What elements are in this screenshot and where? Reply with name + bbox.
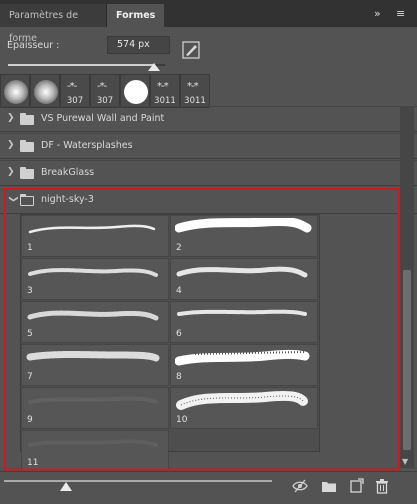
size-slider-fill	[8, 64, 154, 66]
soft-round-brush-icon	[34, 80, 58, 104]
chevron-right-icon[interactable]: ❯	[7, 113, 15, 123]
sprite-brush-icon: -*-	[97, 81, 107, 92]
recent-brush-6[interactable]: *-* 3011	[150, 74, 180, 108]
recent-brush-2[interactable]	[30, 74, 60, 108]
brush-group-breakglass[interactable]: ❯ BreakGlass	[0, 160, 417, 186]
recent-brush-1[interactable]	[0, 74, 30, 108]
hard-round-brush-icon	[124, 80, 148, 104]
brush-group-vs-purewal[interactable]: ❯ VS Purewal Wall and Paint	[0, 106, 417, 132]
thumbnail-size-slider-thumb[interactable]	[60, 482, 72, 491]
chevron-right-icon[interactable]: ❯	[7, 167, 15, 177]
trash-icon[interactable]	[374, 478, 390, 494]
folder-icon	[20, 167, 34, 179]
hamburger-menu-icon[interactable]: ≡	[396, 7, 405, 20]
brush-group-df-watersplashes[interactable]: ❯ DF - Watersplashes	[0, 133, 417, 159]
visibility-icon[interactable]	[292, 478, 308, 494]
recent-brush-4[interactable]: -*- 307	[90, 74, 120, 108]
scrollbar-thumb[interactable]	[403, 270, 411, 450]
sprite-brush-icon: -*-	[67, 81, 77, 92]
recent-brushes: -*- 307 -*- 307 *-* 3011 *-* 3011	[0, 74, 210, 108]
brush-settings-icon[interactable]	[182, 41, 200, 59]
recent-brush-size: 307	[66, 96, 84, 106]
sprite-brush-icon: *-*	[157, 81, 169, 92]
folder-icon	[20, 113, 34, 125]
tab-brush-settings[interactable]: Paramètres de forme	[0, 4, 107, 44]
new-group-folder-icon[interactable]	[321, 478, 337, 494]
folder-icon	[20, 140, 34, 152]
group-label: VS Purewal Wall and Paint	[41, 113, 165, 124]
recent-brush-size: 3011	[184, 96, 206, 106]
panel-footer	[0, 471, 417, 504]
vertical-scrollbar[interactable]: ▼	[400, 106, 414, 468]
soft-round-brush-icon	[4, 80, 28, 104]
thumbnail-size-slider-track[interactable]	[4, 480, 272, 482]
chevron-right-icon[interactable]: ❯	[7, 140, 15, 150]
double-chevron-right-icon[interactable]: »	[374, 7, 381, 20]
size-slider-thumb[interactable]	[148, 63, 160, 71]
recent-brush-size: 3011	[154, 96, 176, 106]
recent-brush-7[interactable]: *-* 3011	[180, 74, 210, 108]
new-brush-icon[interactable]	[348, 478, 364, 494]
recent-brush-5[interactable]	[120, 74, 150, 108]
group-label: DF - Watersplashes	[41, 140, 133, 151]
highlight-box	[4, 188, 400, 471]
size-input[interactable]: 574 px	[107, 36, 170, 54]
recent-brush-3[interactable]: -*- 307	[60, 74, 90, 108]
recent-brush-size: 307	[96, 96, 114, 106]
tab-brushes[interactable]: Formes	[107, 4, 164, 27]
scroll-down-arrow-icon[interactable]: ▼	[402, 457, 408, 466]
group-label: BreakGlass	[41, 167, 95, 178]
sprite-brush-icon: *-*	[187, 81, 199, 92]
panel-tab-bar: Paramètres de forme Formes » ≡	[0, 0, 417, 44]
size-slider-track[interactable]	[8, 64, 165, 66]
size-label: Epaisseur :	[7, 40, 60, 51]
